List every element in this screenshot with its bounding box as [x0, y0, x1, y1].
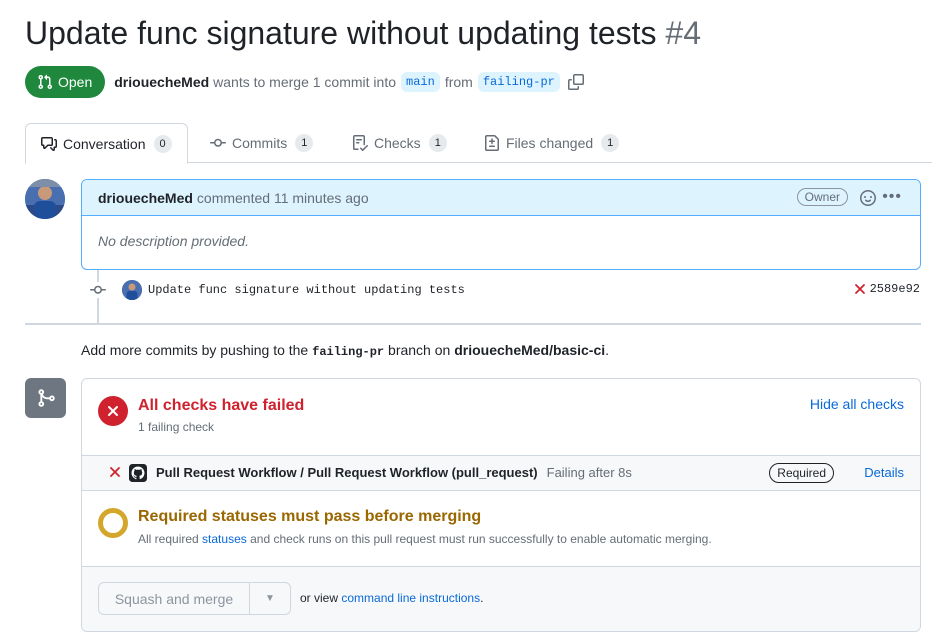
commit-author-avatar[interactable] — [122, 280, 142, 300]
check-details-link[interactable]: Details — [864, 465, 904, 480]
push-hint-suffix: . — [605, 342, 610, 358]
x-circle-icon — [98, 396, 128, 426]
tab-checks-label: Checks — [374, 135, 421, 151]
merge-method-dropdown[interactable]: ▼ — [250, 583, 290, 614]
copy-icon[interactable] — [567, 74, 584, 90]
x-icon[interactable] — [854, 283, 866, 295]
comment-discussion-icon — [41, 136, 57, 151]
tab-conversation[interactable]: Conversation 0 — [25, 123, 188, 164]
base-branch[interactable]: main — [401, 72, 440, 92]
tab-commits[interactable]: Commits 1 — [210, 123, 314, 163]
push-hint-branch: failing-pr — [312, 345, 385, 359]
commit-message-link[interactable]: Update func signature without updating t… — [148, 283, 465, 297]
push-hint-middle: branch on — [388, 342, 451, 358]
tab-checks-count: 1 — [428, 134, 447, 152]
pr-merge-summary: driouecheMed wants to merge 1 commit int… — [114, 72, 584, 92]
merge-box: All checks have failed 1 failing check H… — [81, 378, 921, 632]
tab-conversation-count: 0 — [153, 134, 172, 153]
user-avatar-image — [25, 179, 65, 219]
check-status-text: Failing after 8s — [546, 465, 632, 480]
or-view-text: or view — [300, 591, 339, 605]
checks-title: All checks have failed — [138, 397, 305, 414]
required-statuses: Required statuses must pass before mergi… — [82, 491, 920, 567]
tab-files-changed[interactable]: Files changed 1 — [484, 123, 620, 163]
squash-and-merge-button[interactable]: Squash and merge — [99, 583, 250, 614]
pending-circle-icon — [98, 508, 128, 538]
tab-files-changed-count: 1 — [601, 134, 620, 152]
owner-badge: Owner — [796, 188, 848, 206]
git-merge-icon — [25, 378, 66, 418]
tab-commits-count: 1 — [295, 134, 314, 152]
push-hint: Add more commits by pushing to the faili… — [81, 342, 609, 359]
hide-all-checks-link[interactable]: Hide all checks — [810, 396, 904, 412]
checks-subtitle: 1 failing check — [138, 420, 215, 434]
comment-header: driouecheMed commented 11 minutes ago — [82, 180, 920, 216]
kebab-menu-icon[interactable]: ••• — [882, 189, 902, 205]
github-icon — [129, 464, 147, 482]
x-icon — [110, 467, 120, 477]
comment-timestamp[interactable]: commented 11 minutes ago — [197, 190, 369, 206]
commit-sha-link[interactable]: 2589e92 — [870, 282, 920, 296]
pr-author-link[interactable]: driouecheMed — [114, 74, 209, 90]
checklist-icon — [353, 135, 368, 151]
commit-status: 2589e92 — [854, 282, 920, 296]
git-commit-icon — [89, 282, 107, 298]
tab-conversation-label: Conversation — [63, 135, 146, 152]
pr-state-badge: Open — [25, 66, 106, 98]
merge-button-group: Squash and merge ▼ — [98, 582, 291, 615]
pr-title: Update func signature without updating t… — [25, 15, 701, 52]
pr-title-text: Update func signature without updating t… — [25, 15, 657, 51]
cli-instructions: or view command line instructions. — [300, 591, 483, 605]
required-statuses-title: Required statuses must pass before mergi… — [138, 508, 482, 525]
push-hint-prefix: Add more commits by pushing to the — [81, 342, 309, 358]
statuses-link[interactable]: statuses — [202, 532, 247, 546]
command-line-instructions-link[interactable]: command line instructions — [341, 591, 480, 605]
triangle-down-icon: ▼ — [265, 593, 275, 604]
smiley-icon[interactable] — [860, 190, 876, 206]
push-hint-repo: driouecheMed/basic-ci — [454, 342, 606, 358]
check-workflow-name: Pull Request Workflow / Pull Request Wor… — [156, 465, 538, 480]
file-diff-icon — [485, 135, 499, 151]
user-avatar-image — [122, 280, 142, 300]
tab-checks[interactable]: Checks 1 — [352, 123, 447, 163]
pr-from-text: from — [444, 74, 473, 90]
pr-merge-text: wants to merge 1 commit into — [213, 74, 397, 90]
checks-summary: All checks have failed 1 failing check H… — [82, 379, 920, 455]
git-pull-request-icon — [38, 74, 53, 90]
pr-state-label: Open — [58, 74, 93, 90]
check-row: Pull Request Workflow / Pull Request Wor… — [82, 455, 920, 491]
comment-body: No description provided. — [98, 233, 249, 249]
pr-meta: Open driouecheMed wants to merge 1 commi… — [25, 66, 584, 98]
required-badge: Required — [769, 463, 834, 483]
required-statuses-text: All required statuses and check runs on … — [138, 532, 712, 546]
tab-files-changed-label: Files changed — [506, 135, 594, 151]
git-commit-icon — [210, 138, 226, 147]
avatar[interactable] — [25, 179, 65, 219]
timeline-divider — [25, 323, 921, 325]
pr-tabs: Conversation 0 Commits 1 Checks 1 Files … — [25, 123, 932, 164]
pr-description-comment: driouecheMed commented 11 minutes ago Ow… — [81, 179, 921, 270]
pr-number: #4 — [665, 15, 701, 51]
merge-actions: Squash and merge ▼ or view command line … — [82, 567, 920, 631]
tab-commits-label: Commits — [232, 135, 288, 151]
head-branch[interactable]: failing-pr — [477, 72, 560, 92]
required-prefix: All required — [138, 532, 199, 546]
check-name: Pull Request Workflow / Pull Request Wor… — [156, 465, 632, 480]
required-suffix: and check runs on this pull request must… — [250, 532, 712, 546]
cli-period: . — [480, 591, 484, 605]
comment-author-link[interactable]: driouecheMed — [98, 190, 193, 206]
